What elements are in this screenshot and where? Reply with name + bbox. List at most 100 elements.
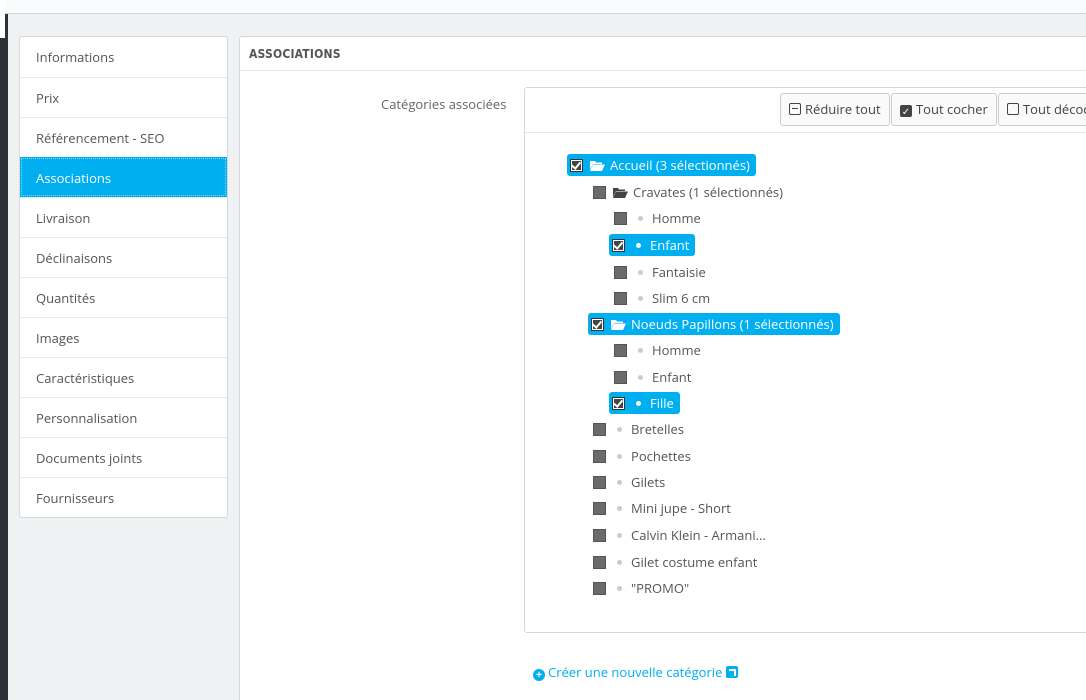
checkbox-calvin-klein[interactable]	[593, 528, 606, 542]
tree-label: Calvin Klein - Armani...	[631, 526, 766, 544]
product-tabs-sidebar: Informations Prix Référencement - SEO As…	[19, 36, 228, 518]
tree-node-gilet-costume[interactable]: Gilet costume enfant	[590, 551, 757, 573]
checkbox-promo[interactable]	[593, 581, 606, 595]
tab-fournisseurs[interactable]: Fournisseurs	[20, 477, 227, 517]
checkbox-noeuds-enfant[interactable]	[614, 370, 627, 384]
bullet-icon	[617, 505, 622, 511]
tree-node-calvin-klein[interactable]: Calvin Klein - Armani...	[590, 524, 766, 546]
tab-seo[interactable]: Référencement - SEO	[20, 117, 227, 157]
checkbox-accueil[interactable]	[570, 158, 583, 172]
tab-declinaisons[interactable]: Déclinaisons	[20, 237, 227, 277]
top-bar-notch	[0, 0, 5, 38]
checkbox-gilets[interactable]	[593, 475, 606, 489]
tree-node-bretelles[interactable]: Bretelles	[590, 418, 684, 440]
tree-label: Slim 6 cm	[652, 289, 711, 307]
tree-label: "PROMO"	[631, 579, 690, 597]
tree-toolbar: Réduire tout ✓ Tout cocher Tout décocher	[525, 88, 1086, 133]
tree-node-noeuds-homme[interactable]: Homme	[611, 339, 701, 361]
tree-label: Enfant	[652, 368, 692, 386]
square-icon	[1007, 103, 1019, 115]
tab-documents-joints[interactable]: Documents joints	[20, 437, 227, 477]
check-all-button[interactable]: ✓ Tout cocher	[891, 93, 997, 126]
tree-node-gilets[interactable]: Gilets	[590, 471, 665, 493]
bullet-icon	[636, 400, 641, 406]
collapse-all-label: Réduire tout	[805, 100, 881, 118]
bullet-icon	[617, 559, 622, 565]
checkbox-noeuds-homme[interactable]	[614, 343, 627, 357]
checkbox-fille[interactable]	[612, 396, 625, 410]
plus-circle-icon: +	[533, 669, 545, 681]
checkbox-pochettes[interactable]	[593, 449, 606, 463]
tree-label: Pochettes	[631, 447, 691, 465]
top-bar	[0, 0, 1086, 38]
tab-livraison[interactable]: Livraison	[20, 197, 227, 237]
checkbox-bretelles[interactable]	[593, 422, 606, 436]
tab-associations[interactable]: Associations	[20, 157, 227, 197]
tree-node-slim[interactable]: Slim 6 cm	[611, 287, 710, 309]
tree-node-promo[interactable]: "PROMO"	[590, 577, 689, 599]
tree-label: Gilet costume enfant	[631, 553, 758, 571]
tree-label: Enfant	[650, 236, 690, 254]
tree-label: Mini jupe - Short	[631, 499, 731, 517]
bullet-icon	[638, 374, 643, 380]
panel-title: ASSOCIATIONS	[240, 37, 1086, 71]
bullet-icon	[617, 426, 622, 432]
tree-node-fille[interactable]: Fille	[609, 392, 680, 414]
associations-panel: ASSOCIATIONS Catégories associées Réduir…	[239, 36, 1086, 700]
tree-label: Homme	[652, 341, 701, 359]
bullet-icon	[638, 347, 643, 353]
window-frame-edge	[0, 0, 8, 700]
bullet-icon	[638, 215, 643, 221]
checkbox-mini-jupe[interactable]	[593, 501, 606, 515]
checkbox-slim[interactable]	[614, 291, 627, 305]
tree-node-cravates[interactable]: Cravates (1 sélectionnés)	[590, 181, 783, 203]
tree-node-pochettes[interactable]: Pochettes	[590, 445, 691, 467]
uncheck-all-button[interactable]: Tout décocher	[998, 93, 1086, 126]
category-tree: Réduire tout ✓Tout cocher Tout décocher …	[524, 87, 1086, 633]
tab-informations[interactable]: Informations	[20, 37, 227, 77]
tree-label: Bretelles	[631, 420, 685, 438]
checkbox-cravates-homme[interactable]	[614, 211, 627, 225]
tab-quantites[interactable]: Quantités	[20, 277, 227, 317]
tree-label-noeuds-papillons: Noeuds Papillons (1 sélectionnés)	[631, 315, 834, 333]
checkbox-noeuds-papillons[interactable]	[591, 317, 604, 331]
tree-node-noeuds-papillons[interactable]: Noeuds Papillons (1 sélectionnés)	[588, 313, 840, 335]
tab-images[interactable]: Images	[20, 317, 227, 357]
tree-label: Fille	[650, 394, 674, 412]
categories-label: Catégories associées	[381, 95, 507, 113]
tree-node-mini-jupe[interactable]: Mini jupe - Short	[590, 497, 731, 519]
checkbox-fantaisie[interactable]	[614, 265, 627, 279]
create-category-label: Créer une nouvelle catégorie	[548, 663, 723, 681]
tab-prix[interactable]: Prix	[20, 77, 227, 117]
tree-label: Homme	[652, 209, 701, 227]
folder-open-icon	[590, 160, 605, 171]
checkbox-cravates[interactable]	[593, 185, 606, 199]
bullet-icon	[617, 532, 622, 538]
tab-personnalisation[interactable]: Personnalisation	[20, 397, 227, 437]
collapse-all-button[interactable]: Réduire tout	[780, 93, 890, 126]
tree-node-accueil[interactable]: Accueil (3 sélectionnés)	[567, 154, 756, 176]
bullet-icon	[617, 585, 622, 591]
tree-node-cravates-homme[interactable]: Homme	[611, 207, 701, 229]
uncheck-all-label: Tout décocher	[1023, 100, 1086, 118]
bullet-icon	[617, 479, 622, 485]
bullet-icon	[638, 269, 643, 275]
create-category-link[interactable]: + Créer une nouvelle catégorie	[533, 663, 739, 681]
checkbox-gilet-costume[interactable]	[593, 555, 606, 569]
tree-label-cravates: Cravates (1 sélectionnés)	[633, 183, 783, 201]
bullet-icon	[638, 295, 643, 301]
tree-label-accueil: Accueil (3 sélectionnés)	[610, 156, 750, 174]
tree-node-fantaisie[interactable]: Fantaisie	[611, 261, 706, 283]
tree-label: Gilets	[631, 473, 666, 491]
minus-square-icon	[789, 103, 801, 115]
checkbox-cravates-enfant[interactable]	[612, 238, 625, 252]
folder-open-icon	[611, 319, 626, 330]
tree-label: Fantaisie	[652, 263, 706, 281]
check-all-label: Tout cocher	[916, 100, 988, 118]
folder-open-icon	[613, 187, 628, 198]
tree-node-cravates-enfant[interactable]: Enfant	[609, 234, 696, 256]
external-link-icon	[726, 666, 739, 678]
tab-caracteristiques[interactable]: Caractéristiques	[20, 357, 227, 397]
bullet-icon	[636, 242, 641, 248]
tree-node-noeuds-enfant[interactable]: Enfant	[611, 366, 691, 388]
